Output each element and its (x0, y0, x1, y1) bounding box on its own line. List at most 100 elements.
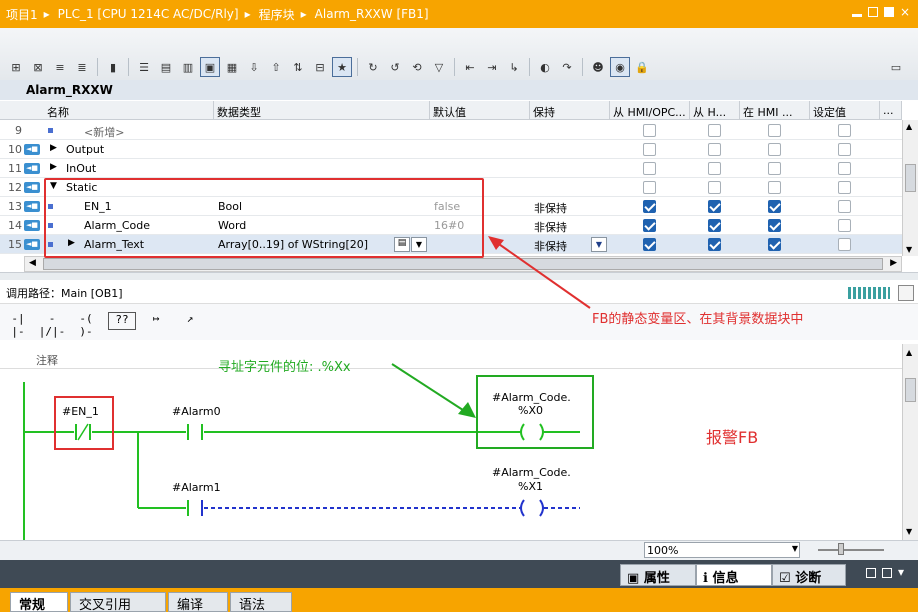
breadcrumb-plc[interactable]: PLC_1 [CPU 1214C AC/DC/Rly] (58, 7, 239, 21)
checkbox[interactable] (708, 143, 721, 156)
checkbox[interactable] (643, 162, 656, 175)
save-icon[interactable]: ▮ (103, 57, 123, 77)
expand-arrow-icon[interactable]: ▶ (50, 143, 57, 153)
checkbox[interactable] (768, 162, 781, 175)
expand-arrow-icon[interactable]: ▶ (50, 162, 57, 172)
maximize-icon[interactable] (884, 7, 894, 17)
scroll-up-icon[interactable]: ▲ (906, 348, 912, 357)
tree-icon[interactable]: ↳ (504, 57, 524, 77)
breadcrumb-project[interactable]: 项目1 (6, 6, 38, 23)
checkbox[interactable] (643, 143, 656, 156)
scroll-left-icon[interactable]: ◀ (29, 258, 36, 268)
sort-icon[interactable]: ⇅ (288, 57, 308, 77)
indent-icon[interactable]: ⇤ (460, 57, 480, 77)
checkbox[interactable] (838, 124, 851, 137)
monitor-icon[interactable]: ◐ (535, 57, 555, 77)
comment-icon[interactable]: ▣ (200, 57, 220, 77)
checkbox[interactable] (838, 219, 851, 232)
checkbox[interactable] (838, 143, 851, 156)
close-icon[interactable]: ▾ (898, 565, 904, 579)
tab-diagnostics[interactable]: ☑ 诊断 (772, 564, 846, 586)
close-branch-button[interactable]: ↗ (176, 312, 204, 330)
lock-icon[interactable]: 🔒 (632, 57, 652, 77)
expand-icon[interactable]: ⊟ (310, 57, 330, 77)
watch-icon[interactable]: ◉ (610, 57, 630, 77)
checkbox[interactable] (708, 162, 721, 175)
scroll-right-icon[interactable]: ▶ (890, 258, 897, 268)
favorites-icon[interactable]: ★ (332, 57, 352, 77)
split-icon[interactable]: ▥ (178, 57, 198, 77)
contact-label-alarm1[interactable]: #Alarm1 (172, 481, 221, 494)
checkbox[interactable] (768, 181, 781, 194)
minimize-icon[interactable] (852, 14, 862, 17)
breadcrumb-block[interactable]: Alarm_RXXW [FB1] (315, 7, 429, 21)
col-in-hmi[interactable]: 在 HMI ... (740, 101, 810, 120)
table-row[interactable]: 9 <新增> (0, 121, 902, 140)
tab-compile[interactable]: 编译 (168, 592, 228, 613)
delete-network-icon[interactable]: ⊠ (28, 57, 48, 77)
checkbox[interactable] (708, 219, 721, 232)
upload-icon[interactable]: ⇧ (266, 57, 286, 77)
scroll-thumb[interactable] (905, 164, 916, 192)
tab-syntax[interactable]: 语法 (230, 592, 292, 613)
scroll-up-icon[interactable]: ▲ (906, 122, 912, 131)
goto-icon[interactable]: ↻ (363, 57, 383, 77)
view-toggle-icon[interactable] (848, 287, 890, 299)
checkbox[interactable] (643, 124, 656, 137)
vertical-scrollbar[interactable]: ▲ ▼ (902, 120, 918, 256)
checkbox[interactable] (768, 124, 781, 137)
breadcrumb-folder[interactable]: 程序块 (259, 6, 295, 23)
col-hmi-opc[interactable]: 从 HMI/OPC... (610, 101, 690, 120)
checkbox[interactable] (768, 219, 781, 232)
restore-icon[interactable] (866, 568, 876, 578)
panel-toggle-icon[interactable]: ▭ (886, 57, 906, 77)
col-retain[interactable]: 保持 (530, 101, 610, 120)
outdent-icon[interactable]: ⇥ (482, 57, 502, 77)
checkbox[interactable] (768, 143, 781, 156)
checkbox[interactable] (643, 181, 656, 194)
goto-next-icon[interactable]: ↺ (385, 57, 405, 77)
checkbox[interactable] (838, 238, 851, 251)
checkbox[interactable] (838, 200, 851, 213)
checkbox[interactable] (643, 200, 656, 213)
refresh-icon[interactable]: ↷ (557, 57, 577, 77)
chevron-down-icon[interactable]: ▼ (792, 544, 798, 553)
checkbox[interactable] (838, 181, 851, 194)
col-default[interactable]: 默认值 (430, 101, 530, 120)
checkbox[interactable] (768, 238, 781, 251)
coil-label-x1-line2[interactable]: %X1 (518, 480, 543, 493)
col-setpoint[interactable]: 设定值 (810, 101, 880, 120)
checkbox[interactable] (838, 162, 851, 175)
empty-box-button[interactable]: ?? (108, 312, 136, 330)
download-icon[interactable]: ⇩ (244, 57, 264, 77)
no-contact-button[interactable]: -| |- (4, 312, 32, 338)
window-icon[interactable]: ▤ (156, 57, 176, 77)
col-name[interactable]: 名称 (44, 101, 214, 120)
open-branch-button[interactable]: ↦ (142, 312, 170, 330)
table-row[interactable]: 10 ◄■ ▶ Output (0, 140, 902, 159)
coil-label-x1-line1[interactable]: #Alarm_Code. (492, 466, 571, 479)
tab-cross-reference[interactable]: 交叉引用 (70, 592, 166, 613)
filter-icon[interactable]: ▽ (429, 57, 449, 77)
col-datatype[interactable]: 数据类型 (214, 101, 430, 120)
insert-network-icon[interactable]: ⊞ (6, 57, 26, 77)
network-comment-icon[interactable]: ▦ (222, 57, 242, 77)
row-name[interactable]: InOut (66, 162, 96, 175)
insert-row-icon[interactable]: ≡ (50, 57, 70, 77)
col-more[interactable]: ... (880, 101, 902, 120)
checkbox[interactable] (768, 200, 781, 213)
checkbox[interactable] (708, 238, 721, 251)
goto-prev-icon[interactable]: ⟲ (407, 57, 427, 77)
list-icon[interactable]: ☰ (134, 57, 154, 77)
scroll-down-icon[interactable]: ▼ (906, 527, 912, 536)
checkbox[interactable] (643, 219, 656, 232)
user-icon[interactable]: ☻ (588, 57, 608, 77)
coil-button[interactable]: -( )- (72, 312, 100, 338)
row-name[interactable]: Output (66, 143, 104, 156)
zoom-select[interactable]: 100% ▼ (644, 542, 800, 558)
restore-icon[interactable] (868, 7, 878, 17)
coil-x1[interactable] (520, 499, 544, 517)
tab-properties[interactable]: ▣ 属性 (620, 564, 696, 586)
no-contact-alarm1[interactable] (187, 500, 203, 516)
zoom-slider-thumb[interactable] (838, 543, 844, 555)
